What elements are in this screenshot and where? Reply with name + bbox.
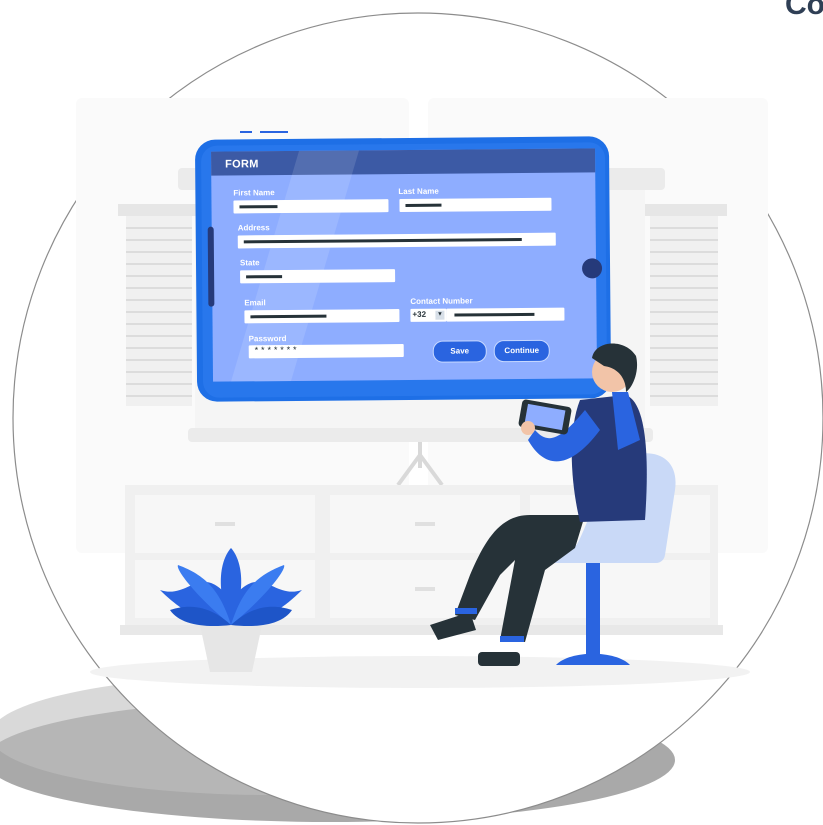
address-field[interactable] xyxy=(237,232,556,249)
last-name-field[interactable] xyxy=(399,197,552,213)
state-label: State xyxy=(239,258,260,268)
contact-number-value xyxy=(454,312,535,317)
country-code-select[interactable]: +32 ▼ xyxy=(410,308,447,322)
last-name-value xyxy=(405,203,442,207)
password-value: ******* xyxy=(253,345,299,357)
last-name-label: Last Name xyxy=(398,186,439,197)
first-name-value xyxy=(239,205,278,209)
email-label: Email xyxy=(244,298,266,308)
state-field[interactable] xyxy=(240,269,396,284)
save-button[interactable]: Save xyxy=(432,340,487,363)
password-field[interactable]: ******* xyxy=(248,344,404,359)
state-value xyxy=(246,275,283,279)
form-title: FORM xyxy=(225,158,259,171)
email-value xyxy=(250,314,327,319)
blinds-left xyxy=(118,204,198,406)
contact-number-label: Contact Number xyxy=(410,296,473,306)
illustration xyxy=(0,12,823,824)
address-value xyxy=(243,237,522,244)
continue-button[interactable]: Continue xyxy=(493,339,550,363)
first-name-field[interactable] xyxy=(233,199,389,214)
email-field[interactable] xyxy=(244,309,400,324)
floor xyxy=(90,656,750,688)
password-label: Password xyxy=(248,334,287,344)
corner-text: Co xyxy=(785,0,823,21)
blinds-right xyxy=(645,204,727,406)
first-name-label: First Name xyxy=(233,188,275,198)
country-code: +32 xyxy=(412,309,427,319)
tablet-screen: FORM First Name Last Name Address State … xyxy=(213,149,595,380)
contact-number-field[interactable] xyxy=(446,307,565,322)
chevron-down-icon: ▼ xyxy=(435,310,445,320)
address-label: Address xyxy=(237,223,270,233)
